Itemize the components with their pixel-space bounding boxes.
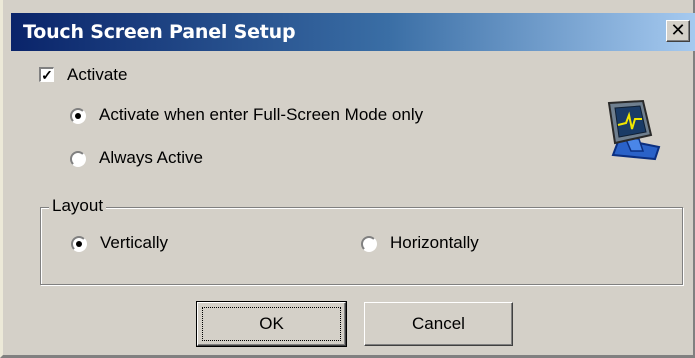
window-title: Touch Screen Panel Setup bbox=[23, 21, 296, 43]
activate-label[interactable]: Activate bbox=[67, 65, 127, 85]
cancel-button-label: Cancel bbox=[412, 314, 465, 333]
radio-selected-dot bbox=[76, 241, 82, 247]
radio-horizontally[interactable] bbox=[361, 236, 377, 252]
radio-always-active[interactable] bbox=[70, 151, 86, 167]
close-icon: ✕ bbox=[670, 20, 686, 41]
horizontally-label[interactable]: Horizontally bbox=[390, 233, 479, 253]
title-bar[interactable]: Touch Screen Panel Setup ✕ bbox=[11, 13, 695, 51]
layout-legend: Layout bbox=[49, 196, 107, 216]
radio-fullscreen-only[interactable] bbox=[70, 108, 86, 124]
vertically-label[interactable]: Vertically bbox=[100, 233, 168, 253]
dialog-window: Touch Screen Panel Setup ✕ ✓ Activate Ac… bbox=[0, 0, 695, 358]
touch-screen-monitor-icon bbox=[607, 99, 661, 161]
cancel-button[interactable]: Cancel bbox=[364, 302, 513, 346]
focus-rectangle bbox=[202, 307, 341, 341]
ok-button[interactable]: OK bbox=[196, 301, 347, 347]
activate-checkbox[interactable]: ✓ bbox=[39, 67, 54, 82]
fullscreen-only-label[interactable]: Activate when enter Full-Screen Mode onl… bbox=[99, 105, 423, 125]
checkmark-icon: ✓ bbox=[41, 67, 53, 83]
radio-selected-dot bbox=[75, 113, 81, 119]
close-button[interactable]: ✕ bbox=[666, 20, 690, 42]
always-active-label[interactable]: Always Active bbox=[99, 148, 203, 168]
radio-vertically[interactable] bbox=[71, 236, 87, 252]
